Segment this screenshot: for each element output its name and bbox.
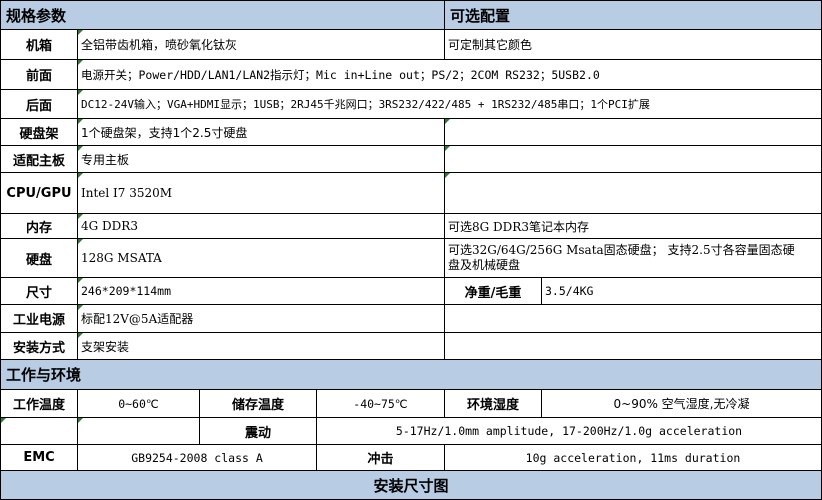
front-value: 电源开关；Power/HDD/LAN1/LAN2指示灯；Mic in+Line … — [78, 60, 822, 90]
power-label: 工业电源 — [0, 305, 78, 333]
mount-value: 支架安装 — [78, 333, 445, 360]
row-vibration: 震动 5-17Hz/1.0mm amplitude, 17-200Hz/1.0g… — [0, 418, 822, 445]
row-hdd-bay: 硬盘架 1个硬盘架，支持1个2.5寸硬盘 — [0, 119, 822, 146]
size-label: 尺寸 — [0, 278, 78, 305]
row-rear: 后面 DC12-24V输入；VGA+HDMI显示；1USB；2RJ45千兆网口；… — [0, 90, 822, 119]
memory-option: 可选8G DDR3笔记本内存 — [445, 214, 822, 239]
vibration-label: 震动 — [200, 418, 317, 445]
disk-value: 128G MSATA — [78, 239, 445, 278]
emc-value: GB9254-2008 class A — [78, 445, 317, 471]
cpu-option — [445, 173, 822, 214]
cpu-value: Intel I7 3520M — [78, 173, 445, 214]
row-chassis: 机箱 全铝带齿机箱，喷砂氧化钛灰 可定制其它颜色 — [0, 30, 822, 60]
op-temp-label: 工作温度 — [0, 390, 78, 418]
env-header-row: 工作与环境 — [0, 360, 822, 390]
memory-value: 4G DDR3 — [78, 214, 445, 239]
board-option — [445, 146, 822, 173]
row-mount: 安装方式 支架安装 — [0, 333, 822, 360]
cpu-label: CPU/GPU — [0, 173, 78, 214]
row-emc: EMC GB9254-2008 class A 冲击 10g accelerat… — [0, 445, 822, 471]
row-cpu: CPU/GPU Intel I7 3520M — [0, 173, 822, 214]
row-temperature: 工作温度 0~60℃ 储存温度 -40~75℃ 环境湿度 0~90% 空气湿度,… — [0, 390, 822, 418]
front-label: 前面 — [0, 60, 78, 90]
chassis-option: 可定制其它颜色 — [445, 30, 822, 60]
hdd-bay-label: 硬盘架 — [0, 119, 78, 146]
memory-label: 内存 — [0, 214, 78, 239]
row-size: 尺寸 246*209*114mm 净重/毛重 3.5/4KG — [0, 278, 822, 305]
humidity-value: 0~90% 空气湿度,无冷凝 — [542, 390, 822, 418]
spec-header-row: 规格参数 可选配置 — [0, 0, 822, 30]
chassis-value: 全铝带齿机箱，喷砂氧化钛灰 — [78, 30, 445, 60]
power-option — [445, 305, 822, 333]
vibration-value: 5-17Hz/1.0mm amplitude, 17-200Hz/1.0g ac… — [317, 418, 822, 445]
vibration-blank-2 — [78, 418, 200, 445]
section-title-env: 工作与环境 — [0, 360, 822, 390]
hdd-bay-value: 1个硬盘架，支持1个2.5寸硬盘 — [78, 119, 445, 146]
row-disk: 硬盘 128G MSATA 可选32G/64G/256G Msata固态硬盘； … — [0, 239, 822, 278]
section-title-install: 安装尺寸图 — [0, 471, 822, 500]
row-board: 适配主板 专用主板 — [0, 146, 822, 173]
humidity-label: 环境湿度 — [445, 390, 542, 418]
chassis-label: 机箱 — [0, 30, 78, 60]
power-value: 标配12V@5A适配器 — [78, 305, 445, 333]
mount-label: 安装方式 — [0, 333, 78, 360]
op-temp-value: 0~60℃ — [78, 390, 200, 418]
row-power: 工业电源 标配12V@5A适配器 — [0, 305, 822, 333]
install-header-row: 安装尺寸图 — [0, 471, 822, 500]
disk-label: 硬盘 — [0, 239, 78, 278]
shock-label: 冲击 — [317, 445, 445, 471]
row-front: 前面 电源开关；Power/HDD/LAN1/LAN2指示灯；Mic in+Li… — [0, 60, 822, 90]
rear-label: 后面 — [0, 90, 78, 119]
weight-label: 净重/毛重 — [445, 278, 542, 305]
hdd-bay-option — [445, 119, 822, 146]
disk-option: 可选32G/64G/256G Msata固态硬盘； 支持2.5寸各容量固态硬盘及… — [445, 239, 822, 278]
rear-value: DC12-24V输入；VGA+HDMI显示；1USB；2RJ45千兆网口；3RS… — [78, 90, 822, 119]
shock-value: 10g acceleration, 11ms duration — [445, 445, 822, 471]
spec-sheet: 规格参数 可选配置 机箱 全铝带齿机箱，喷砂氧化钛灰 可定制其它颜色 前面 电源… — [0, 0, 822, 500]
size-value: 246*209*114mm — [78, 278, 445, 305]
section-title-options: 可选配置 — [445, 0, 822, 30]
storage-temp-label: 储存温度 — [200, 390, 317, 418]
vibration-blank — [0, 418, 78, 445]
weight-value: 3.5/4KG — [542, 278, 822, 305]
board-label: 适配主板 — [0, 146, 78, 173]
section-title-spec: 规格参数 — [0, 0, 445, 30]
mount-option — [445, 333, 822, 360]
storage-temp-value: -40~75℃ — [317, 390, 445, 418]
board-value: 专用主板 — [78, 146, 445, 173]
row-memory: 内存 4G DDR3 可选8G DDR3笔记本内存 — [0, 214, 822, 239]
emc-label: EMC — [0, 445, 78, 471]
